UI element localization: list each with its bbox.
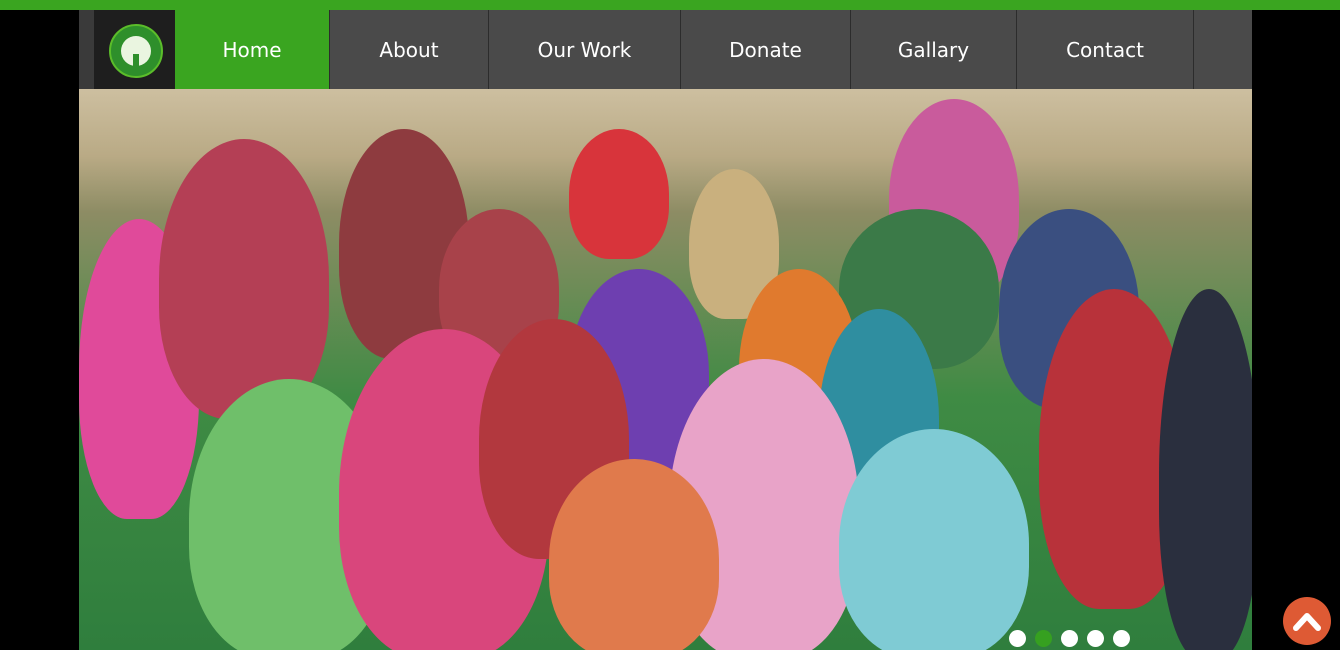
slider-dot[interactable]: [1061, 630, 1078, 647]
slider-dot[interactable]: [1009, 630, 1026, 647]
nav-item-about[interactable]: About: [330, 10, 489, 89]
nav-item-home[interactable]: Home: [175, 10, 330, 89]
nav-left-strip: [79, 10, 94, 89]
nav-item-our-work[interactable]: Our Work: [489, 10, 681, 89]
main-navigation: Home About Our Work Donate Gallary Conta…: [79, 10, 1252, 89]
tree-trunk: [133, 54, 139, 66]
nav-item-contact[interactable]: Contact: [1017, 10, 1194, 89]
nav-item-label: Donate: [729, 37, 802, 62]
back-to-top-button[interactable]: [1283, 597, 1331, 645]
slider-pagination: [1009, 630, 1130, 647]
site-logo[interactable]: [94, 10, 175, 89]
slider-dot[interactable]: [1113, 630, 1130, 647]
chevron-up-icon: [1293, 613, 1321, 631]
nav-item-label: Our Work: [537, 37, 632, 62]
slider-dot[interactable]: [1087, 630, 1104, 647]
nav-item-donate[interactable]: Donate: [681, 10, 851, 89]
nav-filler: [1194, 10, 1252, 89]
slider-dot-active[interactable]: [1035, 630, 1052, 647]
nav-item-label: Contact: [1066, 37, 1144, 62]
logo-emblem: [109, 24, 163, 78]
hero-slider-image: [79, 89, 1252, 650]
nav-item-label: About: [379, 37, 439, 62]
top-accent-bar: [0, 0, 1340, 10]
nav-item-label: Home: [222, 37, 282, 62]
nav-item-gallary[interactable]: Gallary: [851, 10, 1017, 89]
nav-item-label: Gallary: [897, 37, 970, 62]
